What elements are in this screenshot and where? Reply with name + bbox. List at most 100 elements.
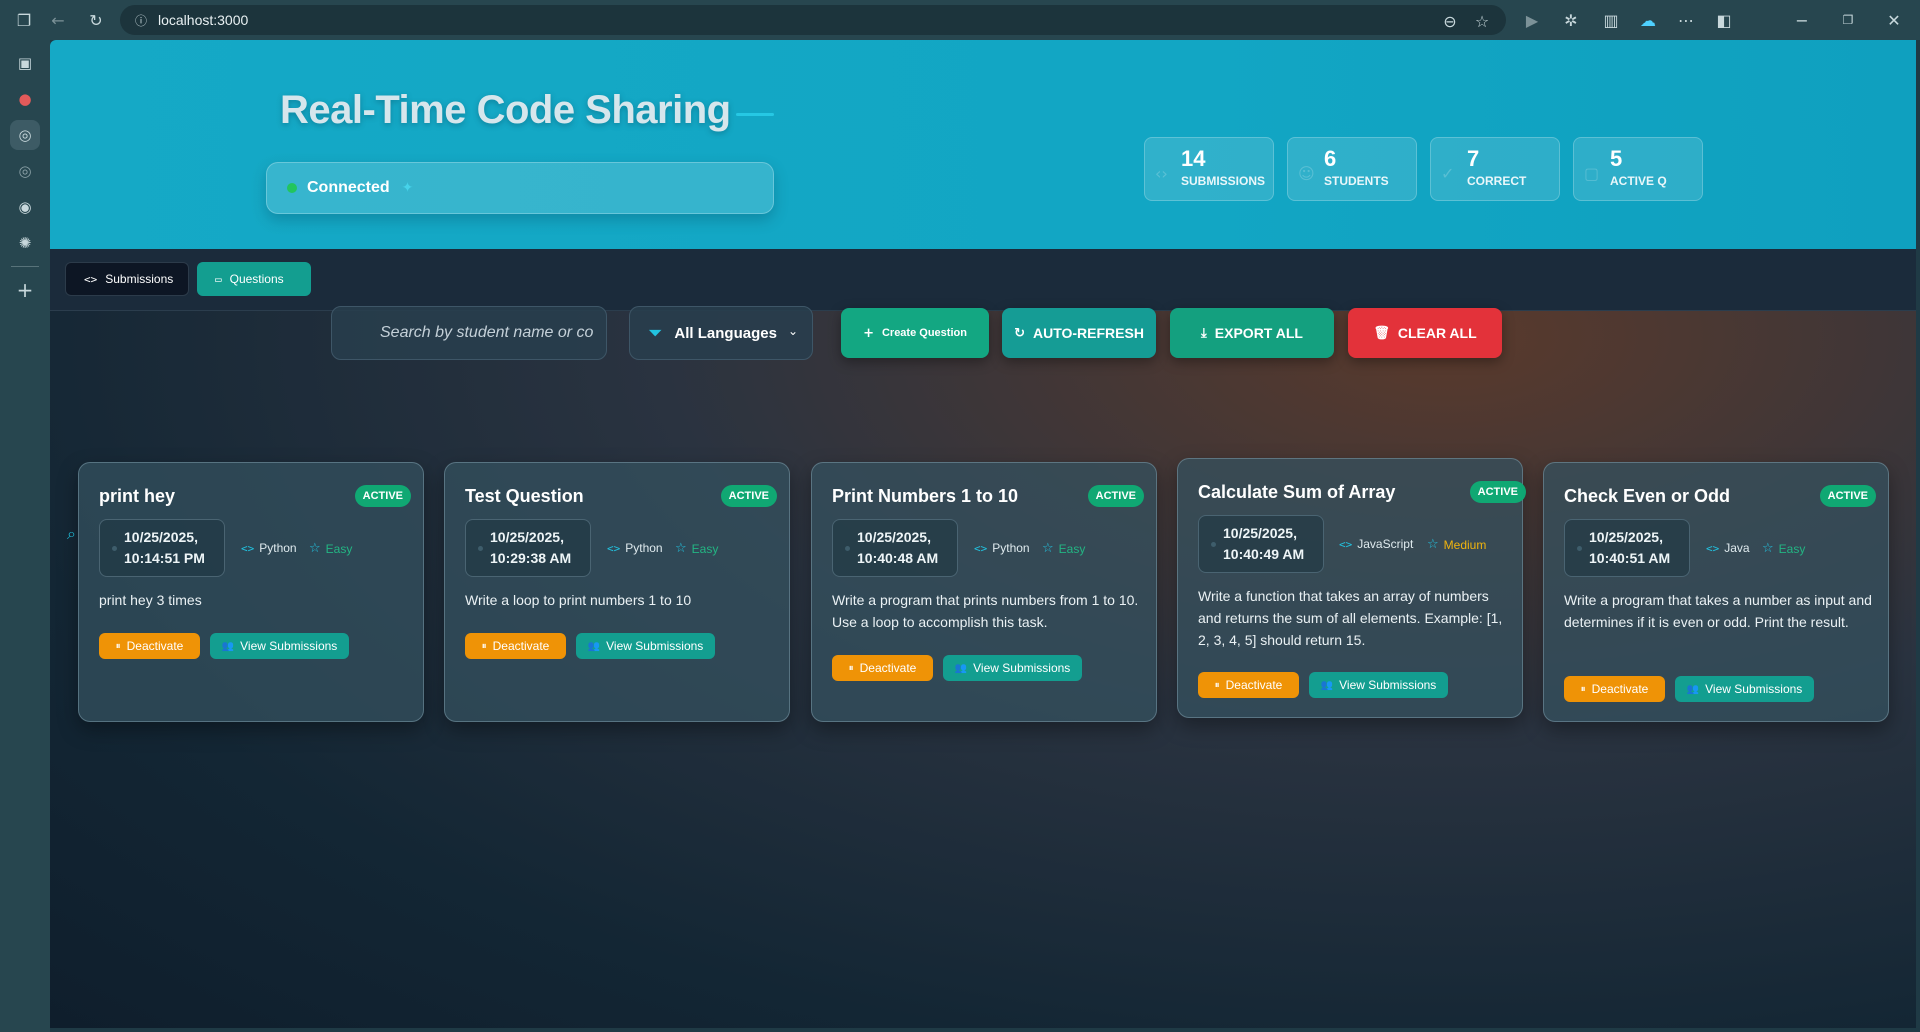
difficulty-tag: ☆ Easy: [675, 541, 718, 556]
code-icon: ‹›: [1155, 164, 1168, 183]
tabs-icon[interactable]: ▣: [10, 48, 40, 78]
view-submissions-label: View Submissions: [1339, 678, 1437, 692]
title-accent: [736, 113, 774, 116]
stat-active-questions: ▢ 5 ACTIVE Q: [1573, 137, 1703, 201]
pause-icon: ⏸: [481, 640, 487, 652]
question-description: Write a program that takes a number as i…: [1564, 592, 1872, 630]
minimize-icon[interactable]: −: [1790, 8, 1814, 32]
question-description: print hey 3 times: [99, 592, 202, 608]
trash-icon: 🗑: [1373, 325, 1390, 341]
sidebar-divider: [11, 266, 39, 267]
status-badge: ACTIVE: [1819, 485, 1876, 507]
dot-icon: [1211, 542, 1216, 547]
difficulty-tag: ☆ Easy: [1042, 541, 1085, 556]
deactivate-button[interactable]: ⏸ Deactivate: [465, 633, 566, 659]
star-icon: ☆: [675, 541, 687, 556]
difficulty-tag: ☆ Medium: [1427, 537, 1486, 552]
deactivate-label: Deactivate: [1591, 682, 1649, 696]
question-title: Test Question: [465, 486, 584, 506]
code-icon: <>: [1706, 541, 1720, 555]
search-box[interactable]: [331, 306, 607, 360]
difficulty-label: Easy: [1058, 541, 1086, 556]
auto-refresh-label: AUTO-REFRESH: [1032, 325, 1144, 341]
view-submissions-button[interactable]: 👥 View Submissions: [1309, 672, 1448, 698]
stat-label: SUBMISSIONS: [1181, 174, 1266, 188]
openai-icon[interactable]: ✺: [10, 228, 40, 258]
back-icon[interactable]: ←: [46, 8, 70, 32]
time-text: 10:40:49 AM: [1223, 546, 1305, 562]
stat-correct: ✓ 7 CORRECT: [1430, 137, 1560, 201]
question-card: print hey ACTIVE 10/25/2025, 10:14:51 PM…: [78, 462, 424, 722]
stat-label: STUDENTS: [1324, 174, 1389, 188]
tab-submissions[interactable]: <> Submissions: [65, 262, 189, 296]
status-badge: ACTIVE: [1087, 485, 1144, 507]
refresh-icon: ↻: [1014, 325, 1025, 341]
view-submissions-button[interactable]: 👥 View Submissions: [1675, 676, 1814, 702]
code-icon: <>: [84, 272, 98, 286]
add-icon[interactable]: +: [10, 275, 40, 305]
sidebar-toggle-icon[interactable]: ◧: [1712, 8, 1736, 32]
language-filter[interactable]: ⏷ All Languages ⌄: [629, 306, 813, 360]
play-icon[interactable]: ▶: [1520, 8, 1544, 32]
globe-icon[interactable]: ◎: [10, 120, 40, 150]
stat-value: 5: [1610, 146, 1623, 171]
time-text: 10:29:38 AM: [490, 550, 572, 566]
dot-icon: [478, 546, 483, 551]
info-icon[interactable]: ⓘ: [134, 8, 148, 32]
deactivate-button[interactable]: ⏸ Deactivate: [99, 633, 200, 659]
time-text: 10:14:51 PM: [124, 550, 205, 566]
code-icon: <>: [1339, 537, 1353, 551]
language-label: Python: [259, 541, 297, 555]
split-screen-icon[interactable]: ▥: [1599, 8, 1623, 32]
view-submissions-label: View Submissions: [240, 639, 338, 653]
stat-value: 14: [1181, 146, 1206, 171]
app-red-icon[interactable]: ●: [10, 84, 40, 114]
clear-all-label: CLEAR ALL: [1397, 325, 1477, 341]
address-bar[interactable]: ⓘ localhost:3000 ⊖ ☆: [120, 5, 1506, 35]
question-title: Print Numbers 1 to 10: [832, 486, 1019, 506]
view-submissions-button[interactable]: 👥 View Submissions: [943, 655, 1082, 681]
language-label: Java: [1724, 541, 1750, 555]
message-square-icon: ▭: [215, 272, 222, 286]
deactivate-label: Deactivate: [126, 639, 184, 653]
search-input[interactable]: [380, 324, 596, 342]
star-icon: ☆: [1042, 541, 1054, 556]
deactivate-button[interactable]: ⏸ Deactivate: [1198, 672, 1299, 698]
deactivate-button[interactable]: ⏸ Deactivate: [1564, 676, 1665, 702]
timestamp: 10/25/2025, 10:14:51 PM: [99, 519, 225, 577]
chevron-down-icon: ⌄: [787, 324, 798, 338]
more-icon[interactable]: ⋯: [1674, 8, 1698, 32]
github-icon[interactable]: ◉: [10, 192, 40, 222]
deactivate-label: Deactivate: [492, 639, 550, 653]
tab-label: Submissions: [105, 272, 174, 286]
tab-label: Questions: [229, 272, 284, 286]
create-question-button[interactable]: + Create Question: [841, 308, 989, 358]
globe-alt-icon[interactable]: ◎: [10, 156, 40, 186]
export-all-button[interactable]: ⤓ EXPORT ALL: [1170, 308, 1334, 358]
pause-icon: ⏸: [1214, 679, 1220, 691]
view-submissions-button[interactable]: 👥 View Submissions: [210, 633, 349, 659]
workspaces-icon[interactable]: ❐: [12, 8, 36, 32]
profile-cloud-icon[interactable]: ☁: [1636, 8, 1660, 32]
date-text: 10/25/2025,: [1223, 525, 1297, 541]
clear-all-button[interactable]: 🗑 CLEAR ALL: [1348, 308, 1502, 358]
timestamp: 10/25/2025, 10:40:51 AM: [1564, 519, 1690, 577]
restore-icon[interactable]: ❐: [1836, 8, 1860, 32]
tab-questions[interactable]: ▭ Questions: [197, 262, 311, 296]
zoom-icon[interactable]: ⊖: [1438, 9, 1462, 33]
create-question-label: Create Question: [881, 327, 967, 339]
question-card: Test Question ACTIVE 10/25/2025, 10:29:3…: [444, 462, 790, 722]
view-submissions-button[interactable]: 👥 View Submissions: [576, 633, 715, 659]
refresh-icon[interactable]: ↻: [84, 8, 108, 32]
users-icon: 👥: [954, 662, 968, 674]
deactivate-button[interactable]: ⏸ Deactivate: [832, 655, 933, 681]
auto-refresh-button[interactable]: ↻ AUTO-REFRESH: [1002, 308, 1156, 358]
timestamp: 10/25/2025, 10:40:49 AM: [1198, 515, 1324, 573]
filter-icon: ⏷: [648, 322, 663, 344]
url-text[interactable]: localhost:3000: [158, 12, 248, 28]
connection-status: Connected ✦: [266, 162, 774, 214]
close-icon[interactable]: ✕: [1882, 8, 1906, 32]
favorite-star-icon[interactable]: ☆: [1470, 9, 1494, 33]
extensions-icon[interactable]: ✲: [1559, 8, 1583, 32]
timestamp: 10/25/2025, 10:29:38 AM: [465, 519, 591, 577]
